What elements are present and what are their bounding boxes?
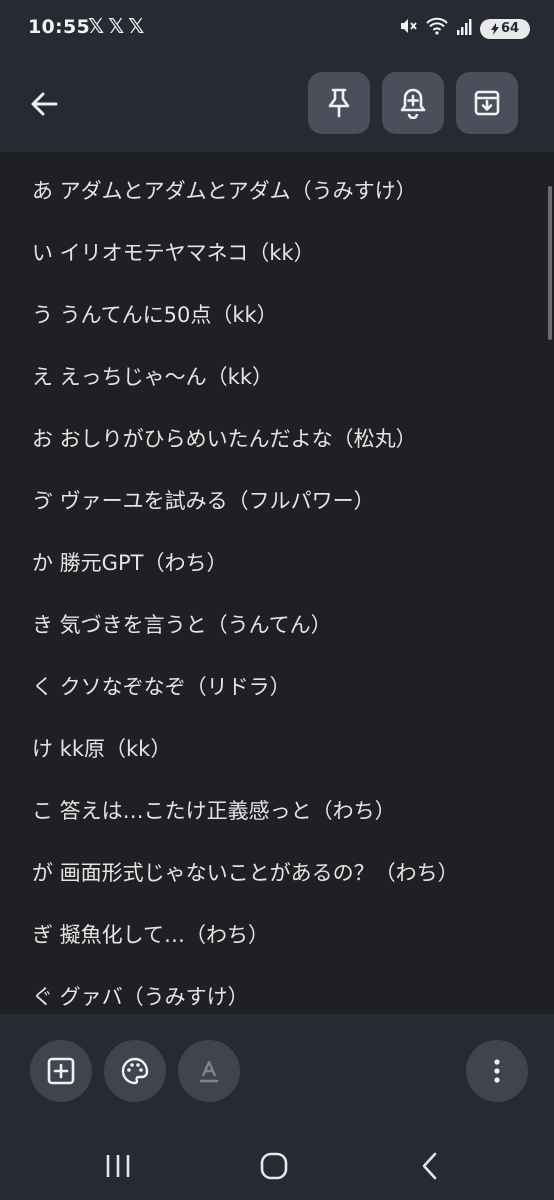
more-options-button[interactable]: [466, 1040, 528, 1102]
bottom-toolbar: [0, 1014, 554, 1132]
note-line[interactable]: う うんてんに50点（kk）: [32, 299, 278, 329]
note-line[interactable]: け kk原（kk）: [32, 733, 171, 763]
system-navigation-bar: [0, 1132, 554, 1200]
note-line[interactable]: く クソなぞなぞ（リドラ）: [32, 671, 291, 701]
chevron-left-icon: [422, 1152, 437, 1180]
note-line[interactable]: こ 答えは…こたけ正義感っと（わち）: [32, 795, 396, 825]
system-back-button[interactable]: [410, 1150, 450, 1182]
note-line[interactable]: が 画面形式じゃないことがあるの？（わち）: [32, 857, 459, 887]
battery-indicator: 64: [480, 18, 530, 39]
signal-icon: [456, 18, 472, 40]
home-button[interactable]: [254, 1150, 294, 1182]
reminder-button[interactable]: [382, 72, 444, 134]
note-line[interactable]: あ アダムとアダムとアダム（うみすけ）: [32, 175, 417, 205]
bell-plus-icon: [400, 88, 426, 119]
status-icons: 64: [398, 16, 530, 41]
note-line[interactable]: ゔ ヴァーユを試みる（フルパワー）: [32, 485, 375, 515]
add-button[interactable]: [30, 1040, 92, 1102]
note-line[interactable]: え えっちじゃ〜ん（kk）: [32, 361, 273, 391]
add-box-icon: [47, 1057, 75, 1085]
note-line[interactable]: か 勝元GPT（わち）: [32, 547, 227, 577]
scrollbar-thumb[interactable]: [548, 186, 552, 340]
more-vert-icon: [494, 1059, 500, 1083]
note-line[interactable]: お おしりがひらめいたんだよな（松丸）: [32, 423, 417, 453]
text-format-button[interactable]: [178, 1040, 240, 1102]
archive-button[interactable]: [456, 72, 518, 134]
home-icon: [260, 1152, 288, 1180]
status-time: 10:55: [28, 16, 90, 38]
recent-apps-icon: [106, 1155, 130, 1177]
battery-level: 64: [500, 21, 520, 36]
note-line[interactable]: ぎ 擬魚化して…（わち）: [32, 919, 269, 949]
note-body[interactable]: あ アダムとアダムとアダム（うみすけ） い イリオモテヤマネコ（kk） う うん…: [0, 152, 554, 1014]
pin-button[interactable]: [308, 72, 370, 134]
palette-button[interactable]: [104, 1040, 166, 1102]
note-toolbar: [0, 56, 554, 152]
archive-icon: [474, 90, 500, 116]
palette-icon: [121, 1057, 149, 1085]
x-app-icon: 𝕏𝕏𝕏: [88, 14, 149, 38]
arrow-left-icon: [31, 92, 58, 116]
mute-icon: [398, 16, 418, 41]
charging-icon: [490, 22, 499, 35]
text-format-icon: [200, 1060, 218, 1083]
note-line[interactable]: き 気づきを言うと（うんてん）: [32, 609, 332, 639]
back-button[interactable]: [26, 86, 62, 122]
pin-icon: [328, 88, 350, 118]
status-bar: 10:55 𝕏𝕏𝕏 64: [0, 0, 554, 56]
note-line[interactable]: い イリオモテヤマネコ（kk）: [32, 237, 315, 267]
wifi-icon: [426, 17, 448, 40]
recent-apps-button[interactable]: [98, 1150, 138, 1182]
note-line[interactable]: ぐ グァバ（うみすけ）: [32, 981, 249, 1011]
